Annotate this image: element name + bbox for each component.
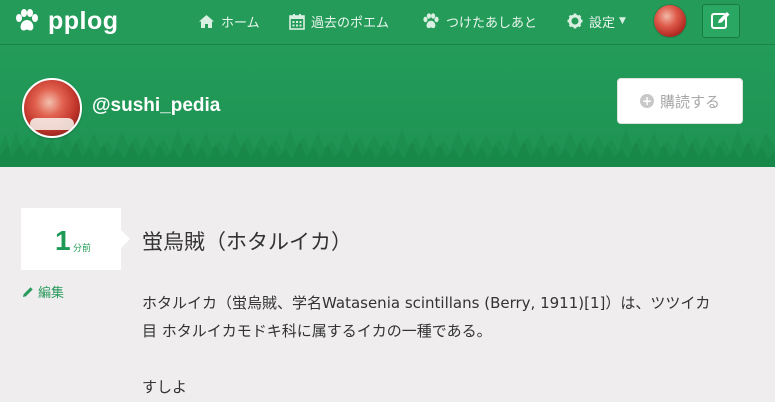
post-timestamp: 1 分前	[21, 208, 130, 270]
post-title: 蛍烏賊（ホタルイカ）	[142, 230, 352, 254]
pencil-icon	[23, 286, 33, 297]
plus-circle-icon: +	[639, 94, 654, 108]
profile-avatar[interactable]	[22, 78, 82, 138]
post-body-line: 目 ホタルイカモドキ科に属するイカの一種である。	[142, 322, 492, 340]
brand-name: pplog	[48, 6, 119, 35]
subscribe-button[interactable]: + 購読する	[617, 78, 743, 124]
post-body-line: ホタルイカ（蛍烏賊、学名Watasenia scintillans (Berry…	[142, 294, 711, 312]
edit-post-link[interactable]: 編集	[22, 282, 64, 301]
nav-home[interactable]: ホーム	[198, 10, 260, 32]
user-avatar[interactable]	[654, 5, 686, 37]
calendar-icon	[289, 13, 305, 30]
nav-settings-label: 設定	[589, 15, 616, 31]
post-body: ホタルイカ（蛍烏賊、学名Watasenia scintillans (Berry…	[142, 289, 752, 401]
paw-icon	[423, 12, 439, 28]
nav-past-poems[interactable]: 過去のポエム	[289, 10, 389, 32]
time-value: 1	[55, 225, 71, 256]
time-unit: 分前	[73, 244, 92, 254]
nav-settings[interactable]: 設定 ▼	[567, 10, 626, 32]
profile-username[interactable]: @sushi_pedia	[92, 95, 220, 117]
gear-icon	[567, 13, 583, 29]
nav-past-poems-label: 過去のポエム	[311, 15, 390, 31]
nav-footprints-label: つけたあしあと	[446, 15, 538, 31]
brand-logo[interactable]: pplog	[14, 6, 119, 36]
post-body-line: すしよ	[142, 378, 188, 396]
new-post-button[interactable]	[702, 4, 740, 38]
top-navbar: pplog ホーム 過去のポエム つけたあしあと 設定 ▼	[0, 0, 775, 45]
edit-icon	[711, 12, 730, 29]
home-icon	[199, 14, 214, 28]
edit-post-label: 編集	[38, 286, 65, 301]
nav-home-label: ホーム	[221, 15, 260, 31]
profile-header: @sushi_pedia + 購読する	[0, 45, 775, 167]
paw-logo-icon	[16, 9, 38, 31]
nav-footprints[interactable]: つけたあしあと	[422, 10, 537, 32]
chevron-down-icon: ▼	[619, 16, 626, 26]
subscribe-label: 購読する	[659, 92, 720, 111]
